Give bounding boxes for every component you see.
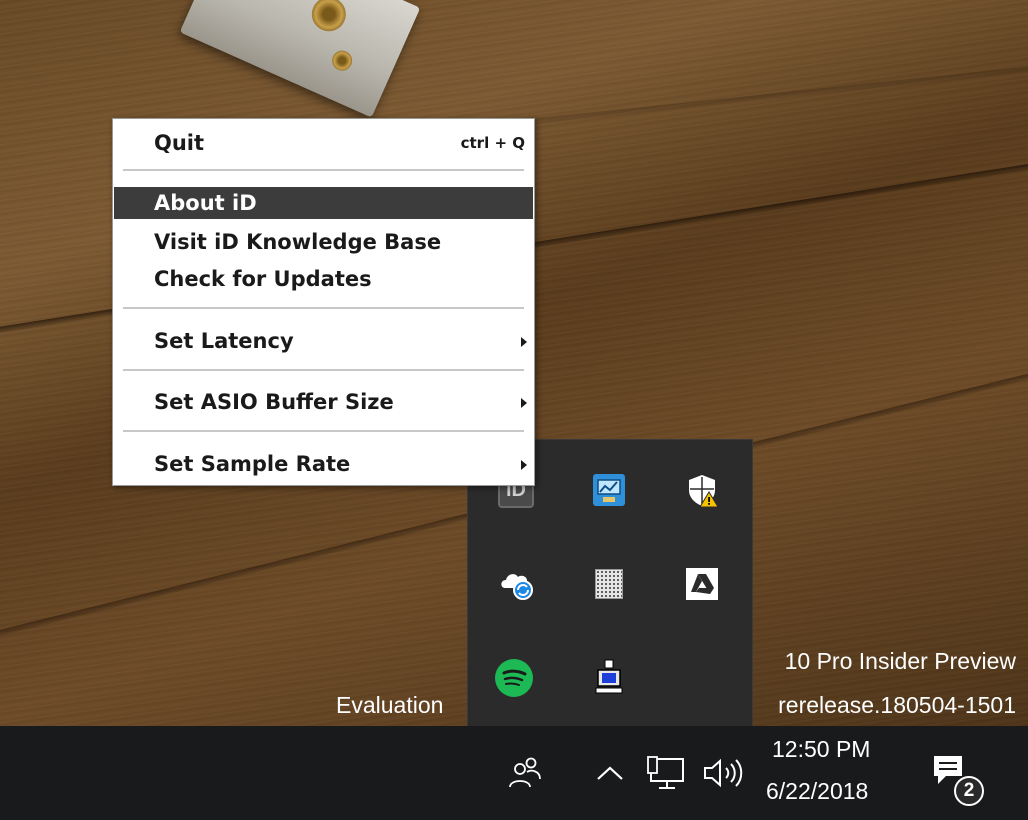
- wallpaper-screw-hole: [328, 47, 356, 74]
- show-hidden-icons-chevron[interactable]: [592, 756, 628, 790]
- menu-separator: [123, 430, 524, 432]
- grid-app-icon[interactable]: [589, 564, 629, 604]
- menu-item-label: Quit: [154, 131, 205, 155]
- menu-item-check-updates[interactable]: Check for Updates: [114, 263, 533, 295]
- menu-item-label: About iD: [154, 191, 257, 215]
- wallpaper-screw-hole: [306, 0, 352, 37]
- clock-time[interactable]: 12:50 PM: [772, 736, 870, 763]
- watermark-edition: 10 Pro Insider Preview: [784, 648, 1016, 674]
- submenu-arrow-icon: [521, 337, 527, 347]
- watermark-build: rerelease.180504-1501: [778, 692, 1016, 718]
- context-menu: Quit ctrl + Q About iD Visit iD Knowledg…: [112, 118, 535, 486]
- clock-date[interactable]: 6/22/2018: [766, 778, 868, 805]
- volume-icon[interactable]: [700, 754, 746, 792]
- taskbar: 12:50 PM 6/22/2018 2: [0, 726, 1028, 820]
- menu-item-label: Check for Updates: [154, 267, 372, 291]
- network-monitor-icon[interactable]: [589, 470, 629, 510]
- menu-separator: [123, 169, 524, 171]
- menu-separator: [123, 307, 524, 309]
- menu-item-label: Set Latency: [154, 329, 294, 353]
- submenu-arrow-icon: [521, 460, 527, 470]
- network-icon[interactable]: [646, 754, 688, 792]
- wallpaper-metal-plate: [179, 0, 421, 118]
- people-icon[interactable]: [504, 752, 544, 792]
- menu-item-label: Set ASIO Buffer Size: [154, 390, 394, 414]
- submenu-arrow-icon: [521, 398, 527, 408]
- menu-item-about[interactable]: About iD: [114, 187, 533, 219]
- spotify-icon[interactable]: [494, 658, 534, 698]
- menu-item-quit[interactable]: Quit ctrl + Q: [114, 127, 533, 159]
- menu-item-shortcut: ctrl + Q: [460, 134, 525, 152]
- google-drive-icon[interactable]: [682, 564, 722, 604]
- menu-item-asio-buffer-size[interactable]: Set ASIO Buffer Size: [114, 386, 533, 418]
- notification-count-badge: 2: [954, 776, 984, 806]
- wood-seam: [519, 46, 1028, 126]
- menu-item-label: Visit iD Knowledge Base: [154, 230, 442, 254]
- windows-security-warning-icon[interactable]: [682, 470, 722, 510]
- onedrive-sync-icon[interactable]: [496, 564, 536, 604]
- watermark-evaluation: Evaluation: [336, 692, 444, 718]
- menu-item-knowledge-base[interactable]: Visit iD Knowledge Base: [114, 226, 533, 258]
- remote-access-icon[interactable]: [589, 658, 629, 698]
- menu-item-sample-rate[interactable]: Set Sample Rate: [114, 448, 533, 480]
- menu-item-set-latency[interactable]: Set Latency: [114, 325, 533, 357]
- menu-item-label: Set Sample Rate: [154, 452, 351, 476]
- menu-separator: [123, 369, 524, 371]
